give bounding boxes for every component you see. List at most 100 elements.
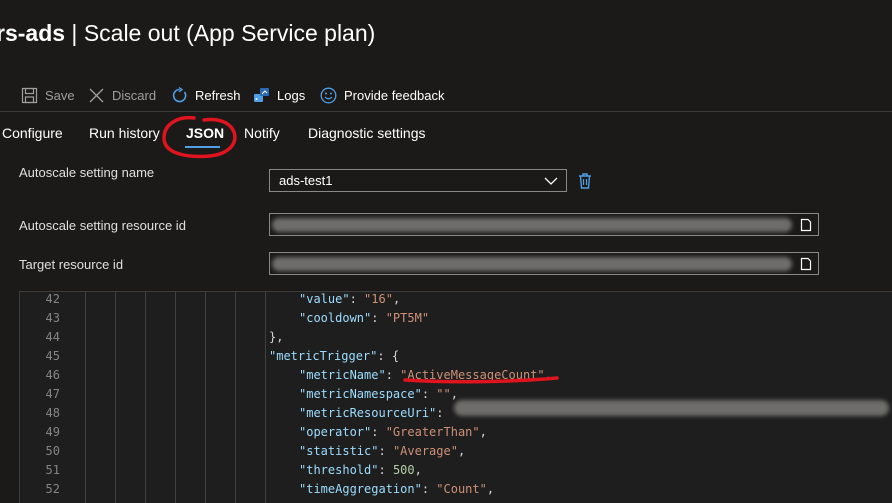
tab-bar: Configure Run history JSON Notify Diagno… [0,118,892,152]
code-line: 50 "statistic": "Average", [20,442,892,461]
json-end: }, [269,330,284,344]
json-val: "" [436,387,451,401]
target-resource-label: Target resource id [19,257,124,272]
code-text: }, [269,328,283,347]
redacted-value [272,257,792,271]
json-key: "threshold" [299,463,379,477]
json-sep: : [421,482,437,496]
setting-name-dropdown[interactable]: ads-test1 [269,169,567,192]
line-number: 51 [45,463,60,477]
line-number: 47 [45,387,60,401]
json-key: "metricNamespace" [299,387,422,401]
smiley-icon [320,87,337,103]
chevron-down-icon [544,177,558,185]
code-text: "metricResourceUri": [299,404,444,423]
code-line: 42 "value": "16", [20,292,892,309]
json-sep: : [371,425,386,439]
setting-name-value: ads-test1 [279,173,333,188]
json-sep: : [349,292,365,306]
discard-label: Discard [112,87,157,103]
line-number: 52 [45,482,60,496]
json-sep: : [436,406,444,420]
line-number: 49 [45,425,60,439]
json-editor[interactable]: 42 "value": "16", 43 "cooldown": "PT5M" 44},… [19,291,892,503]
line-number: 50 [45,444,60,458]
annotation-underline [403,376,559,384]
code-text: "operator": "GreaterThan", [299,423,487,442]
delete-icon[interactable] [577,172,593,190]
json-key: "cooldown" [299,311,372,325]
line-number: 48 [45,406,60,420]
code-line: 49 "operator": "GreaterThan", [20,423,892,442]
provide-feedback-button[interactable]: Provide feedback [320,82,444,108]
json-end: , [479,425,487,439]
json-end: , [414,463,422,477]
json-val: "GreaterThan" [385,425,480,439]
redacted-value [454,400,889,416]
code-text: "metricTrigger": { [269,347,399,366]
title-separator: | [65,20,84,46]
toolbar-divider [0,111,892,112]
logs-label: Logs [277,87,306,103]
code-line: 51 "threshold": 500, [20,461,892,480]
json-key: "timeAggregation" [299,482,422,496]
json-key: "operator" [299,425,372,439]
code-text: "cooldown": "PT5M" [299,309,429,328]
json-end: { [391,349,400,363]
json-sep: : [385,368,401,382]
json-val: "PT5M" [385,311,430,325]
line-number: 44 [45,330,60,344]
copy-icon[interactable] [800,257,812,271]
page-name: Scale out (App Service plan) [83,20,376,46]
json-sep: : [371,311,386,325]
code-line: 44}, [20,328,892,347]
json-val: "Average" [392,444,458,458]
code-text: "statistic": "Average", [299,442,465,461]
target-resource-field[interactable] [269,252,819,275]
setting-name-label: Autoscale setting name [19,165,155,180]
resource-name: rs-ads [0,20,66,46]
json-sep: : [421,387,437,401]
discard-button[interactable]: Discard [88,82,156,108]
feedback-label: Provide feedback [344,87,445,103]
json-key: "metricName" [299,368,386,382]
save-button[interactable]: Save [21,82,75,108]
page-title: rs-ads | Scale out (App Service plan) [0,20,375,47]
json-sep: : [378,444,393,458]
json-val: "16" [364,292,393,306]
logs-icon [254,87,269,102]
json-key: "metricResourceUri" [299,406,437,420]
json-num-val: 500 [392,463,415,477]
resource-id-field[interactable] [269,213,819,236]
tab-run-history[interactable]: Run history [89,118,160,148]
logs-button[interactable]: Logs [253,82,305,108]
refresh-label: Refresh [195,87,241,103]
tab-notify[interactable]: Notify [244,118,280,148]
json-end: , [486,482,495,496]
code-text: "metricNamespace": "", [299,385,458,404]
json-key: "statistic" [299,444,379,458]
save-label: Save [45,87,75,103]
json-key: "metricTrigger" [269,349,378,363]
refresh-button[interactable]: Refresh [171,82,241,108]
resource-id-label: Autoscale setting resource id [19,218,186,233]
code-line: 52 "timeAggregation": "Count", [20,480,892,499]
line-number: 43 [45,311,60,325]
line-number: 45 [45,349,60,363]
code-line: 43 "cooldown": "PT5M" [20,309,892,328]
tab-configure[interactable]: Configure [2,118,63,148]
line-number: 42 [45,292,60,306]
line-number: 46 [45,368,60,382]
tab-diagnostic-settings[interactable]: Diagnostic settings [308,118,426,148]
code-text: "value": "16", [299,292,400,309]
refresh-icon [172,86,187,102]
command-bar: Save Discard Refresh Logs Provide feedba… [0,82,892,108]
copy-icon[interactable] [800,218,812,232]
json-end: , [450,387,458,401]
redacted-value [272,218,792,232]
annotation-circle [162,115,237,159]
json-val: "Count" [436,482,487,496]
save-icon [21,87,38,103]
json-key: "value" [299,292,350,306]
code-text: "threshold": 500, [299,461,422,480]
